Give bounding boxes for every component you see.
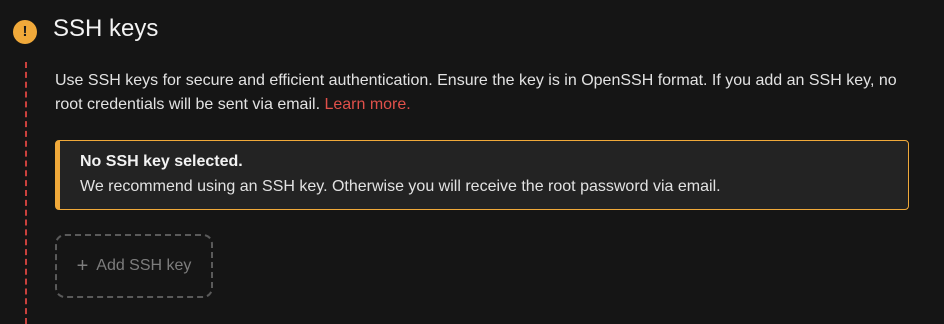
add-ssh-key-label: Add SSH key bbox=[96, 257, 192, 274]
description-text: Use SSH keys for secure and efficient au… bbox=[55, 72, 897, 113]
ssh-keys-section: ! SSH keys Use SSH keys for secure and e… bbox=[0, 0, 944, 324]
section-description: Use SSH keys for secure and efficient au… bbox=[55, 69, 915, 117]
add-ssh-key-button[interactable]: + Add SSH key bbox=[55, 234, 213, 298]
step-connector-line bbox=[25, 62, 27, 324]
section-title: SSH keys bbox=[53, 15, 159, 42]
warning-icon: ! bbox=[13, 20, 37, 44]
no-ssh-key-notice: No SSH key selected. We recommend using … bbox=[55, 140, 909, 210]
learn-more-link[interactable]: Learn more. bbox=[324, 96, 410, 113]
plus-icon: + bbox=[76, 255, 89, 277]
notice-title: No SSH key selected. bbox=[80, 153, 243, 170]
notice-text: We recommend using an SSH key. Otherwise… bbox=[80, 178, 721, 195]
